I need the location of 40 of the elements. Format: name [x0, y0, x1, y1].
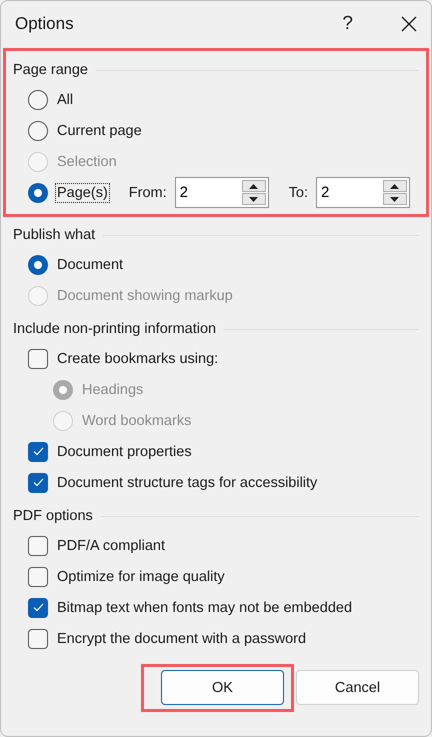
- dialog-button[interactable]: OK: [161, 670, 284, 705]
- checkbox[interactable]: [28, 472, 48, 492]
- radio-label[interactable]: All: [56, 90, 74, 108]
- checkbox[interactable]: [28, 598, 48, 618]
- help-button[interactable]: ?: [342, 12, 353, 34]
- checkbox-label[interactable]: PDF/A compliant: [56, 536, 166, 554]
- checkbox[interactable]: [28, 536, 48, 556]
- radio-button[interactable]: [28, 182, 48, 202]
- section-title: Page range: [13, 62, 88, 78]
- checkmark-icon: [32, 603, 44, 612]
- section-title: Include non-printing information: [13, 321, 216, 337]
- checkbox-label[interactable]: Encrypt the document with a password: [56, 630, 308, 648]
- checkbox[interactable]: [28, 348, 48, 368]
- window-title: Options: [15, 14, 75, 34]
- number-input[interactable]: 2: [178, 184, 232, 201]
- radio-button[interactable]: [28, 254, 48, 274]
- radio-button[interactable]: [28, 120, 48, 140]
- checkbox[interactable]: [28, 628, 48, 648]
- number-spinner[interactable]: 2: [174, 177, 269, 208]
- section-title: PDF options: [13, 508, 93, 524]
- radio-button[interactable]: [28, 90, 48, 110]
- checkmark-icon: [32, 447, 44, 456]
- dialog-button[interactable]: Cancel: [296, 670, 419, 705]
- checkbox[interactable]: [28, 442, 48, 462]
- checkbox-label[interactable]: Create bookmarks using:: [56, 350, 220, 368]
- checkbox[interactable]: [28, 566, 48, 586]
- section-title: Publish what: [13, 227, 96, 243]
- field-label: To:: [288, 184, 308, 200]
- close-icon[interactable]: [401, 16, 417, 32]
- checkbox-label[interactable]: Document properties: [56, 442, 193, 460]
- radio-label[interactable]: Page(s): [56, 184, 109, 202]
- number-spinner[interactable]: 2: [316, 177, 410, 208]
- field-label: From:: [128, 184, 167, 200]
- checkbox-label[interactable]: Optimize for image quality: [56, 568, 226, 586]
- radio-label[interactable]: Current page: [56, 122, 143, 140]
- number-input[interactable]: 2: [318, 184, 373, 201]
- checkmark-icon: [32, 478, 44, 487]
- checkbox-label[interactable]: Bitmap text when fonts may not be embedded: [56, 598, 354, 616]
- checkbox-label[interactable]: Document structure tags for accessibility: [56, 474, 318, 492]
- radio-label[interactable]: Document: [56, 256, 124, 274]
